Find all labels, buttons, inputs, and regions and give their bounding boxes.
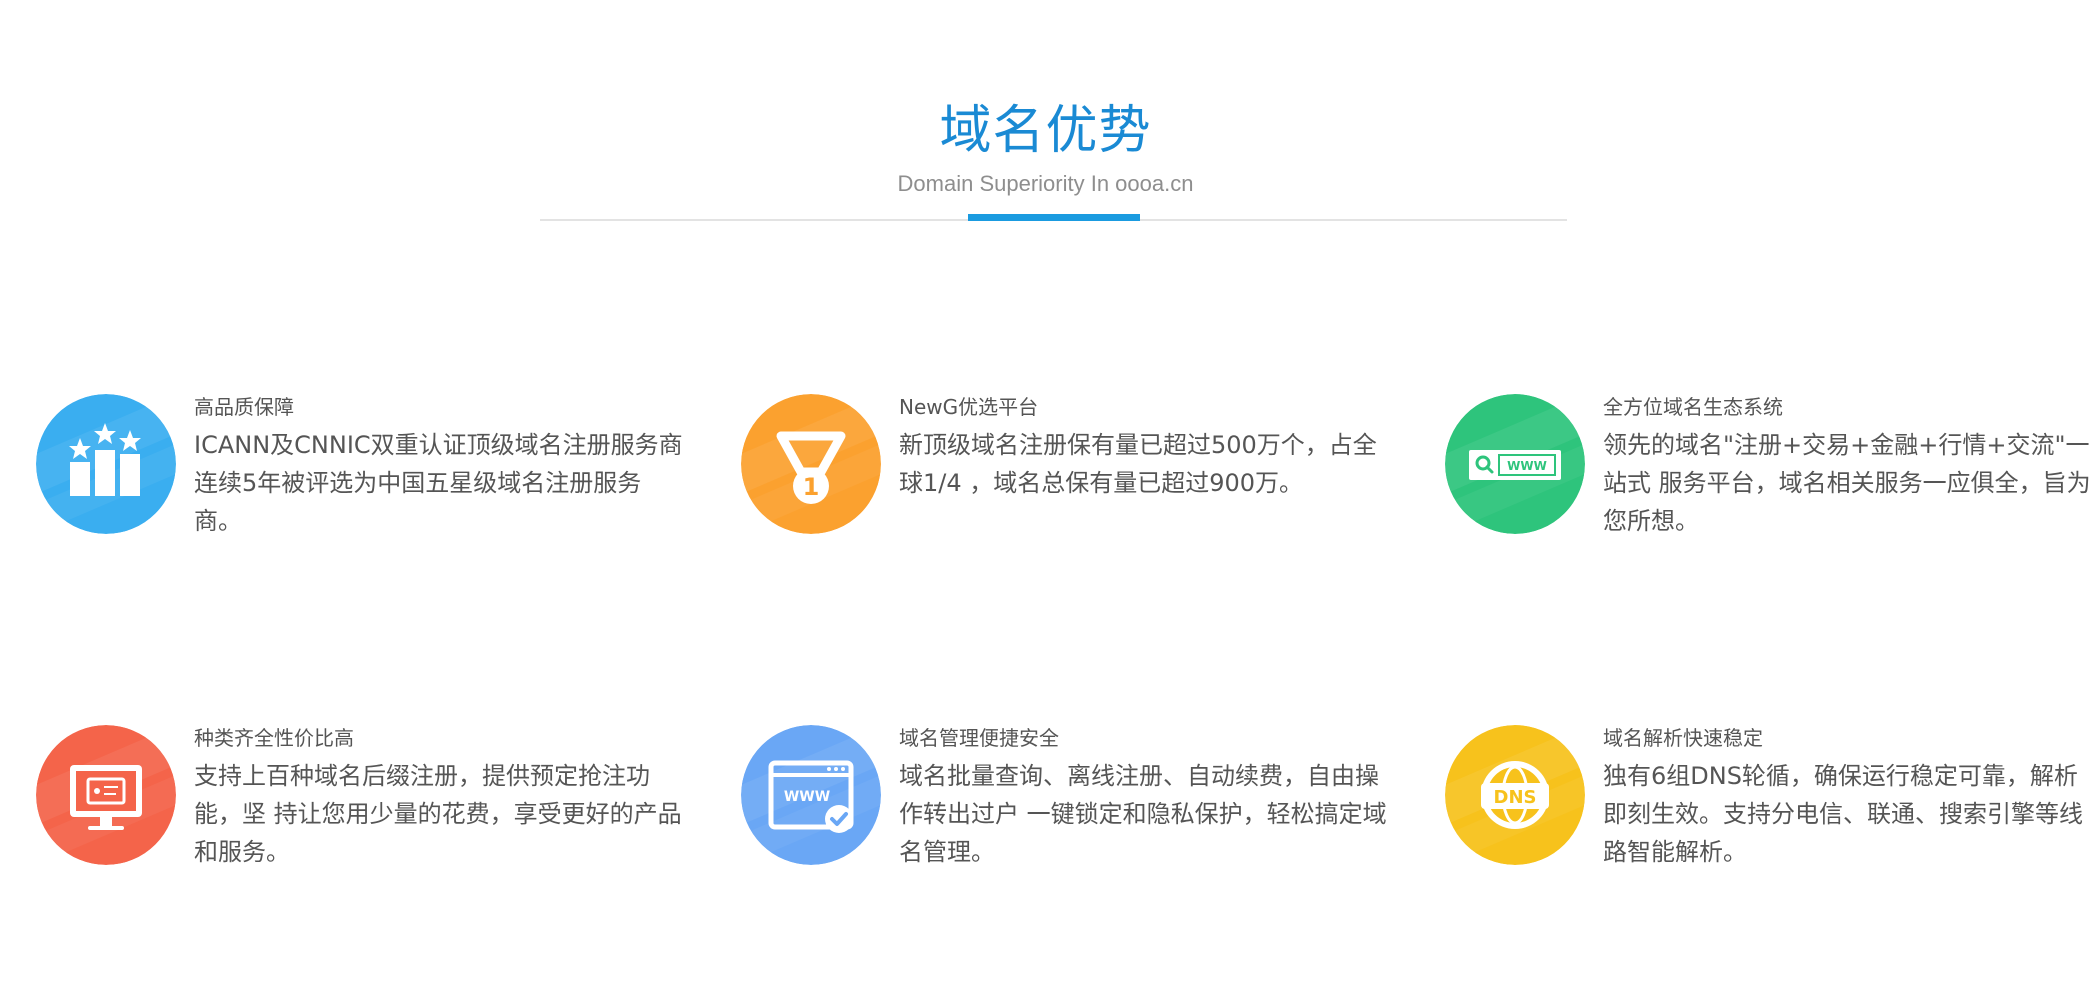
- feature-description: 独有6组DNS轮循，确保运行稳定可靠，解析即刻生效。支持分电信、联通、搜索引擎等…: [1603, 762, 2083, 866]
- header-divider-accent: [968, 214, 1140, 221]
- feature-ecosystem: WWW 全方位域名生态系统 领先的域名"注册+交易+金融+行情+交流"一站式 服…: [1445, 394, 2091, 544]
- domain-advantages-section: 域名优势 Domain Superiority In oooa.cn 高品质保障…: [0, 0, 2091, 1000]
- feature-quality: 高品质保障 ICANN及CNNIC双重认证顶级域名注册服务商 连续5年被评选为中…: [36, 394, 696, 544]
- feature-title: 全方位域名生态系统: [1603, 395, 1783, 419]
- feature-management: WWW 域名管理便捷安全 域名批量查询、离线注册、自动续费，自由操作转出过户 一…: [741, 725, 1401, 875]
- feature-description: 域名批量查询、离线注册、自动续费，自由操作转出过户 一键锁定和隐私保护，轻松搞定…: [899, 762, 1387, 866]
- award-bars-icon: [36, 394, 176, 534]
- feature-title: 域名管理便捷安全: [899, 726, 1059, 750]
- section-subtitle: Domain Superiority In oooa.cn: [897, 171, 1194, 196]
- www-search-icon: WWW: [1445, 394, 1585, 534]
- feature-description: 新顶级域名注册保有量已超过500万个，占全球1/4 ，域名总保有量已超过900万…: [899, 431, 1377, 497]
- feature-dns: DNS 域名解析快速稳定 独有6组DNS轮循，确保运行稳定可靠，解析即刻生效。支…: [1445, 725, 2091, 875]
- feature-title: NewG优选平台: [899, 395, 1039, 419]
- feature-title: 域名解析快速稳定: [1603, 726, 1763, 750]
- svg-text:1: 1: [803, 473, 820, 501]
- monitor-icon: [36, 725, 176, 865]
- feature-description: ICANN及CNNIC双重认证顶级域名注册服务商 连续5年被评选为中国五星级域名…: [194, 431, 683, 535]
- www-label: WWW: [784, 789, 830, 805]
- section-header: 域名优势 Domain Superiority In oooa.cn: [0, 95, 2091, 199]
- feature-newg-platform: 1 NewG优选平台 新顶级域名注册保有量已超过500万个，占全球1/4 ，域名…: [741, 394, 1401, 544]
- section-title: 域名优势: [939, 101, 1152, 161]
- feature-title: 高品质保障: [194, 395, 294, 419]
- www-label: WWW: [1507, 459, 1547, 473]
- medal-icon: 1: [741, 394, 881, 534]
- dns-label: DNS: [1494, 787, 1537, 808]
- feature-description: 领先的域名"注册+交易+金融+行情+交流"一站式 服务平台，域名相关服务一应俱全…: [1603, 431, 2091, 535]
- feature-variety: 种类齐全性价比高 支持上百种域名后缀注册，提供预定抢注功能，坚 持让您用少量的花…: [36, 725, 696, 875]
- feature-title: 种类齐全性价比高: [194, 726, 354, 750]
- feature-description: 支持上百种域名后缀注册，提供预定抢注功能，坚 持让您用少量的花费，享受更好的产品…: [194, 762, 682, 866]
- dns-globe-icon: DNS: [1445, 725, 1585, 865]
- browser-www-check-icon: WWW: [741, 725, 881, 865]
